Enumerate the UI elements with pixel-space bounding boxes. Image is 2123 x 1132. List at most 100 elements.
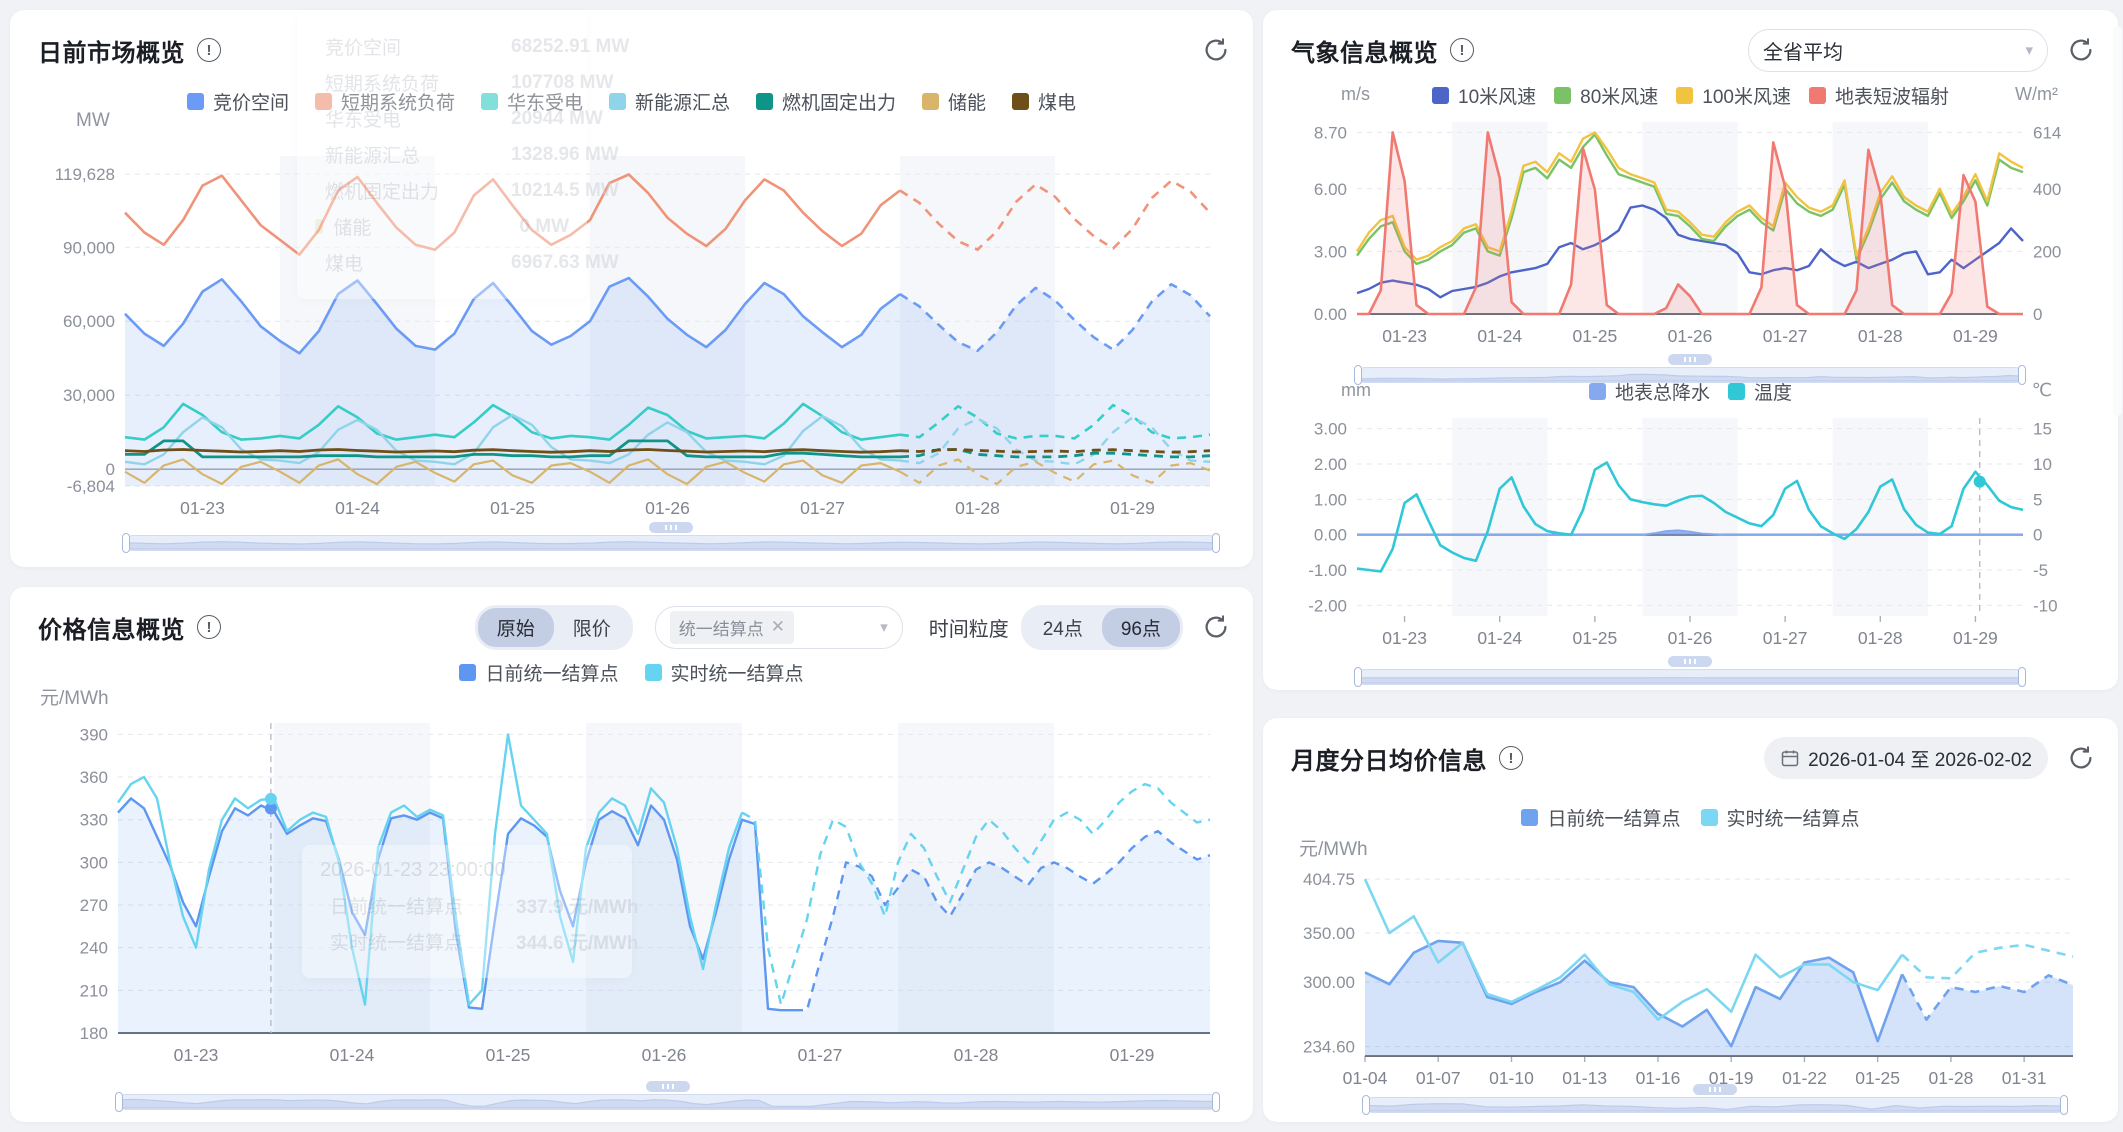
- svg-text:8.70: 8.70: [1314, 123, 1347, 142]
- granularity-option-24[interactable]: 24点: [1024, 608, 1102, 647]
- svg-text:390: 390: [80, 725, 108, 744]
- datazoom-grip[interactable]: [646, 1081, 690, 1092]
- legend-item[interactable]: 地表总降水: [1589, 378, 1710, 405]
- page-title-weather: 气象信息概览: [1291, 33, 1438, 68]
- legend-swatch: [1728, 383, 1745, 400]
- panel-monthly-price: 月度分日均价信息 ! 2026-01-04 至 2026-02-02 日前统一结…: [1263, 718, 2118, 1122]
- mode-option-limit[interactable]: 限价: [554, 608, 630, 647]
- svg-text:01-28: 01-28: [955, 498, 1000, 518]
- legend-label: 实时统一结算点: [1727, 804, 1860, 831]
- page-scrollbar[interactable]: [2113, 26, 2122, 416]
- legend-item[interactable]: 储能: [922, 88, 986, 115]
- price-datazoom-slider[interactable]: [118, 1081, 1217, 1115]
- legend-item[interactable]: 实时统一结算点: [1701, 804, 1860, 831]
- datazoom-grip[interactable]: [1668, 354, 1712, 365]
- granularity-option-96[interactable]: 96点: [1102, 608, 1180, 647]
- mode-option-raw[interactable]: 原始: [478, 608, 554, 647]
- info-icon[interactable]: !: [197, 38, 221, 62]
- datazoom-handle-left[interactable]: [115, 1092, 123, 1112]
- legend-item[interactable]: 短期系统负荷: [315, 88, 455, 115]
- legend-label: 日前统一结算点: [485, 659, 618, 686]
- datazoom-handle-left[interactable]: [122, 533, 130, 553]
- svg-text:2.00: 2.00: [1314, 455, 1347, 474]
- legend-item[interactable]: 日前统一结算点: [459, 659, 618, 686]
- datazoom-grip[interactable]: [1668, 656, 1712, 667]
- legend-item[interactable]: 10米风速: [1432, 82, 1536, 109]
- datazoom-handle-right[interactable]: [1212, 1092, 1220, 1112]
- legend-label: 煤电: [1038, 88, 1076, 115]
- svg-text:01-28: 01-28: [1858, 326, 1903, 346]
- datazoom-handle-right[interactable]: [1212, 533, 1220, 553]
- svg-text:01-26: 01-26: [642, 1045, 687, 1065]
- refresh-icon[interactable]: [1201, 612, 1231, 642]
- svg-text:0.00: 0.00: [1314, 526, 1347, 545]
- legend-item[interactable]: 新能源汇总: [609, 88, 730, 115]
- clear-tag-icon[interactable]: ✕: [771, 617, 785, 637]
- legend-item[interactable]: 煤电: [1012, 88, 1076, 115]
- svg-text:01-23: 01-23: [180, 498, 225, 518]
- legend-swatch: [1521, 809, 1538, 826]
- info-icon[interactable]: !: [1450, 38, 1474, 62]
- market-datazoom-slider[interactable]: [125, 522, 1217, 556]
- legend-item[interactable]: 100米风速: [1676, 82, 1791, 109]
- legend-label: 温度: [1754, 378, 1792, 405]
- price-header: 价格信息概览 ! 原始 限价 统一结算点 ✕ ▾ 时间粒度 24点 96点: [38, 605, 1231, 649]
- date-range-value: 2026-01-04 至 2026-02-02: [1808, 745, 2032, 772]
- legend-item[interactable]: 地表短波辐射: [1809, 82, 1949, 109]
- legend-item[interactable]: 80米风速: [1554, 82, 1658, 109]
- datazoom-handle-left[interactable]: [1354, 667, 1362, 687]
- svg-text:5: 5: [2033, 490, 2042, 509]
- datazoom-track[interactable]: [1357, 669, 2023, 685]
- legend-swatch: [1809, 87, 1826, 104]
- info-icon[interactable]: !: [197, 615, 221, 639]
- market-legend: 竞价空间 短期系统负荷华东受电新能源汇总燃机固定出力储能 煤电: [10, 88, 1253, 115]
- svg-text:01-23: 01-23: [1382, 326, 1427, 346]
- settlement-tag-label: 统一结算点: [679, 615, 764, 640]
- datazoom-grip[interactable]: [649, 522, 693, 533]
- refresh-icon[interactable]: [2066, 35, 2096, 65]
- mode-toggle: 原始 限价: [475, 605, 633, 650]
- date-range-picker[interactable]: 2026-01-04 至 2026-02-02: [1764, 737, 2048, 779]
- price-chart: 39036033030027024021018001-2301-2401-250…: [30, 705, 1230, 1077]
- datazoom-track[interactable]: [118, 1094, 1217, 1110]
- svg-text:01-29: 01-29: [1110, 498, 1155, 518]
- legend-label: 实时统一结算点: [671, 659, 804, 686]
- legend-label: 日前统一结算点: [1547, 804, 1680, 831]
- svg-text:0: 0: [2033, 526, 2042, 545]
- panel-weather-overview: 气象信息概览 ! 全省平均 ▾ m/s 10米风速80米风速100米风速地表短波…: [1263, 10, 2118, 690]
- legend-swatch: [481, 93, 498, 110]
- svg-text:01-27: 01-27: [798, 1045, 843, 1065]
- legend-item[interactable]: 华东受电: [481, 88, 583, 115]
- legend-item[interactable]: 实时统一结算点: [645, 659, 804, 686]
- legend-swatch: [187, 93, 204, 110]
- svg-text:15: 15: [2033, 420, 2052, 439]
- legend-label: 短期系统负荷: [341, 88, 455, 115]
- datazoom-handle-right[interactable]: [2018, 365, 2026, 385]
- rain-datazoom-slider[interactable]: [1357, 656, 2023, 688]
- datazoom-handle-right[interactable]: [2060, 1095, 2068, 1115]
- datazoom-handle-left[interactable]: [1354, 365, 1362, 385]
- svg-text:-10: -10: [2033, 596, 2058, 615]
- datazoom-grip[interactable]: [1693, 1084, 1737, 1095]
- legend-item[interactable]: 温度: [1728, 378, 1792, 405]
- monthly-datazoom-slider[interactable]: [1365, 1084, 2065, 1116]
- svg-text:-2.00: -2.00: [1308, 596, 1347, 615]
- legend-item[interactable]: 燃机固定出力: [756, 88, 896, 115]
- legend-item[interactable]: 日前统一结算点: [1521, 804, 1680, 831]
- svg-text:-6,804: -6,804: [67, 477, 115, 496]
- settlement-select[interactable]: 统一结算点 ✕ ▾: [655, 606, 903, 649]
- datazoom-track[interactable]: [125, 535, 1217, 551]
- region-select[interactable]: 全省平均 ▾: [1748, 29, 2048, 72]
- info-icon[interactable]: !: [1499, 746, 1523, 770]
- svg-text:3.00: 3.00: [1314, 242, 1347, 261]
- datazoom-track[interactable]: [1365, 1097, 2065, 1113]
- datazoom-handle-left[interactable]: [1362, 1095, 1370, 1115]
- svg-text:300.00: 300.00: [1303, 973, 1355, 992]
- granularity-label: 时间粒度: [929, 613, 1009, 642]
- refresh-icon[interactable]: [1201, 35, 1231, 65]
- svg-text:01-29: 01-29: [1110, 1045, 1155, 1065]
- legend-swatch: [1676, 87, 1693, 104]
- refresh-icon[interactable]: [2066, 743, 2096, 773]
- legend-item[interactable]: 竞价空间: [187, 88, 289, 115]
- datazoom-handle-right[interactable]: [2018, 667, 2026, 687]
